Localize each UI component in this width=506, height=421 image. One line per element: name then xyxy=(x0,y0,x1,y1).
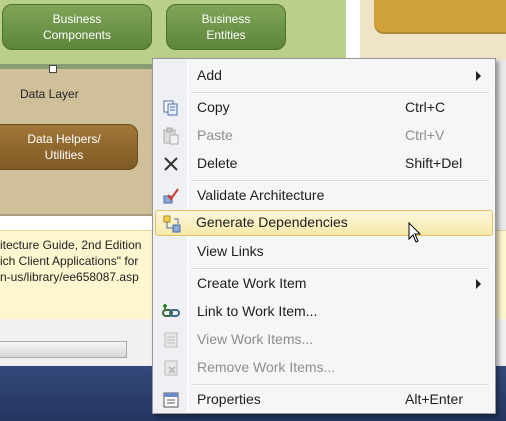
menu-item-view-work-items[interactable]: View Work Items... xyxy=(155,327,493,353)
validate-icon xyxy=(161,186,181,206)
menu-item-label: Validate Architecture xyxy=(197,187,325,203)
remove-work-items-icon xyxy=(161,358,181,378)
generate-dependencies-icon xyxy=(162,214,182,234)
data-helpers-label: Data Helpers/ Utilities xyxy=(27,132,101,162)
properties-icon xyxy=(161,390,181,410)
menu-item-label: Add xyxy=(197,67,222,83)
menu-separator xyxy=(191,180,489,182)
link-work-item-icon xyxy=(161,302,181,322)
menu-item-shortcut: Ctrl+V xyxy=(405,127,445,143)
menu-item-generate-dependencies[interactable]: Generate Dependencies xyxy=(155,210,493,236)
mouse-pointer-icon xyxy=(408,222,422,243)
menu-separator xyxy=(191,268,489,270)
copy-icon xyxy=(161,98,181,118)
context-menu: Add Copy Ctrl+C Paste Ctrl+V Delete Shif… xyxy=(152,58,496,414)
menu-item-label: Delete xyxy=(197,155,238,171)
menu-item-paste[interactable]: Paste Ctrl+V xyxy=(155,123,493,149)
menu-item-copy[interactable]: Copy Ctrl+C xyxy=(155,95,493,121)
menu-separator xyxy=(191,384,489,386)
comment-line-2: ich Client Applications" for xyxy=(0,254,139,268)
business-components-label: Business Components xyxy=(42,12,112,42)
diagram-gap xyxy=(346,0,360,60)
menu-item-delete[interactable]: Delete Shift+Del xyxy=(155,151,493,177)
right-layer-shape[interactable] xyxy=(374,0,506,34)
submenu-arrow-icon xyxy=(476,71,481,81)
menu-item-label: Remove Work Items... xyxy=(197,359,336,375)
paste-icon xyxy=(161,126,181,146)
business-components-shape[interactable]: Business Components xyxy=(2,4,152,50)
menu-item-label: Copy xyxy=(197,99,230,115)
menu-item-label: Paste xyxy=(197,127,233,143)
menu-item-add[interactable]: Add xyxy=(155,63,493,89)
menu-item-view-links[interactable]: View Links xyxy=(155,239,493,265)
menu-item-label: Link to Work Item... xyxy=(197,303,318,319)
menu-item-validate-architecture[interactable]: Validate Architecture xyxy=(155,183,493,209)
view-work-items-icon xyxy=(161,330,181,350)
business-entities-label: Business Entities xyxy=(201,12,251,42)
menu-item-label: Create Work Item xyxy=(197,275,307,291)
selection-handle[interactable] xyxy=(49,65,57,73)
menu-item-properties[interactable]: Properties Alt+Enter xyxy=(155,387,493,413)
business-entities-shape[interactable]: Business Entities xyxy=(166,4,286,50)
submenu-arrow-icon xyxy=(476,279,481,289)
menu-item-create-work-item[interactable]: Create Work Item xyxy=(155,271,493,297)
menu-item-label: Properties xyxy=(197,391,261,407)
menu-item-label: View Links xyxy=(197,243,264,259)
data-layer-label: Data Layer xyxy=(20,87,79,101)
menu-item-label: View Work Items... xyxy=(197,331,314,347)
data-helpers-shape[interactable]: Data Helpers/ Utilities xyxy=(0,124,138,170)
menu-item-shortcut: Ctrl+C xyxy=(405,99,446,115)
menu-item-shortcut: Alt+Enter xyxy=(405,391,463,407)
menu-item-label: Generate Dependencies xyxy=(196,214,348,230)
menu-item-shortcut: Shift+Del xyxy=(405,155,463,171)
horizontal-scrollbar[interactable] xyxy=(0,341,127,358)
comment-line-3: n-us/library/ee658087.asp xyxy=(0,270,139,284)
menu-item-link-to-work-item[interactable]: Link to Work Item... xyxy=(155,299,493,325)
delete-icon xyxy=(161,154,181,174)
comment-line-1: itecture Guide, 2nd Edition xyxy=(0,238,142,252)
menu-separator xyxy=(191,92,489,94)
menu-item-remove-work-items[interactable]: Remove Work Items... xyxy=(155,355,493,381)
